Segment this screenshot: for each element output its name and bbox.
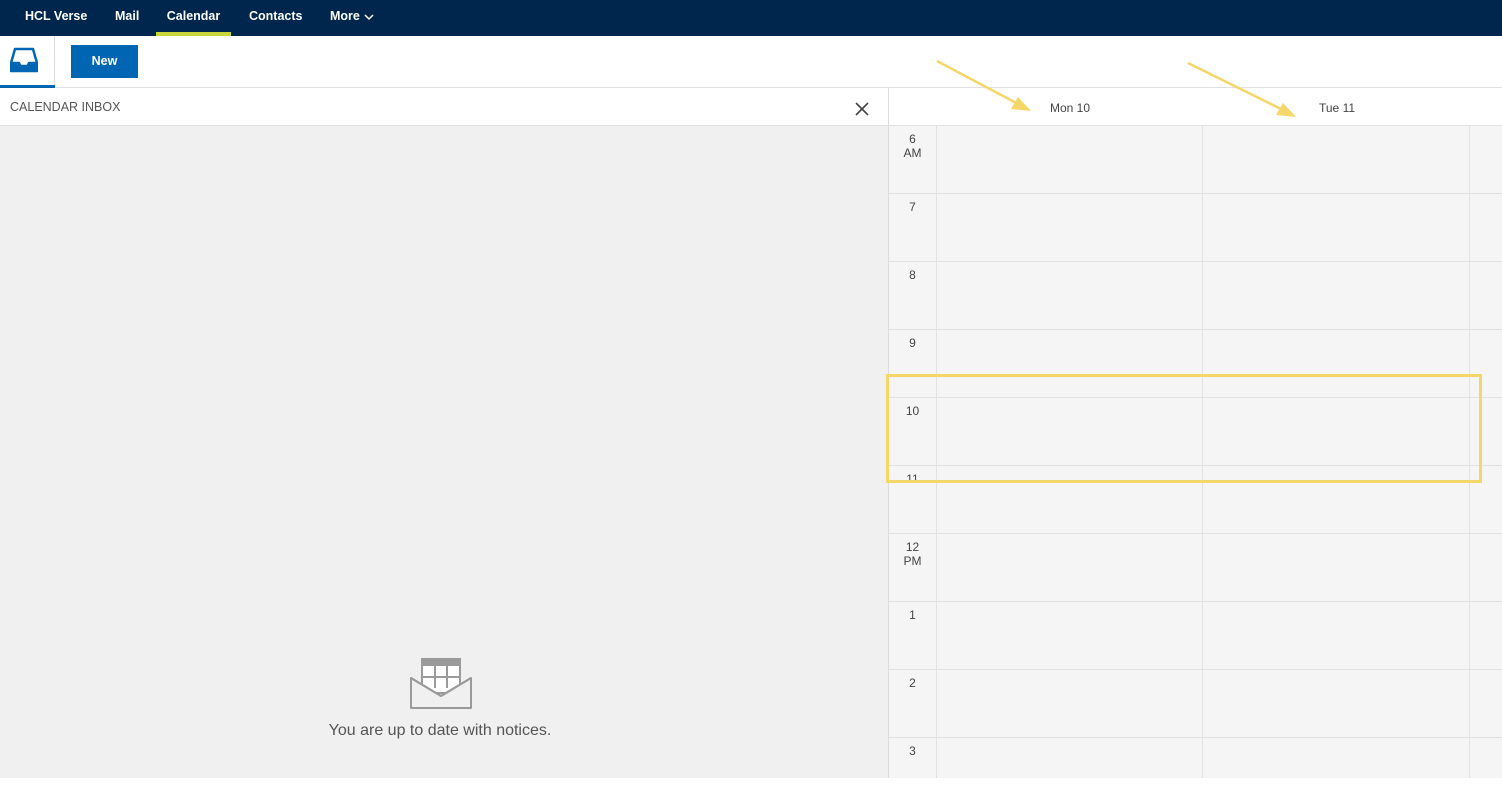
day-header-tue[interactable]: Tue 11 [1319, 101, 1355, 115]
hour-row: 10 [889, 398, 1502, 466]
time-column-divider [936, 126, 937, 778]
empty-state-message: You are up to date with notices. [328, 722, 552, 739]
nav-contacts[interactable]: Contacts [249, 0, 302, 36]
nav-calendar-label: Calendar [166, 9, 221, 23]
top-navigation-bar: HCL Verse Mail Calendar Contacts More [0, 0, 1502, 36]
hour-label: 3 [909, 744, 916, 758]
open-envelope-calendar-icon [410, 658, 472, 709]
hour-row: 7 [889, 194, 1502, 262]
calendar-inbox-header: CALENDAR INBOX [0, 88, 888, 126]
hour-label: 8 [909, 268, 916, 282]
hour-row: 11 [889, 466, 1502, 534]
close-icon[interactable] [854, 101, 870, 117]
calendar-time-grid[interactable]: 6 AM 7 8 9 10 11 12 PM 1 2 3 [889, 126, 1502, 778]
hour-row: 6 AM [889, 126, 1502, 194]
calendar-inbox-title: CALENDAR INBOX [10, 100, 121, 114]
hour-row: 2 [889, 670, 1502, 738]
calendar-day-header: Mon 10 Tue 11 [889, 88, 1502, 126]
nav-mail[interactable]: Mail [115, 0, 139, 36]
hour-row: 9 [889, 330, 1502, 398]
calendar-view: Mon 10 Tue 11 6AM 7 8 9 10 11 12PM 1 2 [888, 88, 1502, 778]
toolbar: New [0, 36, 1502, 88]
nav-more-menu[interactable]: More [330, 0, 374, 36]
day-column-divider [1469, 126, 1470, 778]
hour-label: 9 [909, 336, 916, 350]
nav-hcl-verse[interactable]: HCL Verse [25, 0, 87, 36]
hour-row: 8 [889, 262, 1502, 330]
hour-label: 2 [909, 676, 916, 690]
hour-label: 7 [909, 200, 916, 214]
hour-row: 3 [889, 738, 1502, 806]
day-header-mon[interactable]: Mon 10 [1050, 101, 1090, 115]
calendar-inbox-tab[interactable] [0, 36, 55, 88]
hour-label: 11 [906, 472, 919, 486]
calendar-inbox-body: You are up to date with notices. [0, 126, 888, 778]
hour-label: 12 PM [903, 540, 922, 568]
hour-label: 6 AM [903, 132, 922, 160]
hour-label: 10 [905, 404, 920, 418]
nav-more-label: More [330, 9, 360, 23]
hour-label: 1 [909, 608, 916, 622]
calendar-inbox-icon [10, 47, 38, 73]
chevron-down-icon [364, 1, 374, 33]
new-button[interactable]: New [71, 45, 138, 78]
hour-row: 12 PM [889, 534, 1502, 602]
day-column-divider [1202, 126, 1203, 778]
hour-row: 1 [889, 602, 1502, 670]
nav-calendar[interactable]: Calendar [156, 0, 231, 36]
